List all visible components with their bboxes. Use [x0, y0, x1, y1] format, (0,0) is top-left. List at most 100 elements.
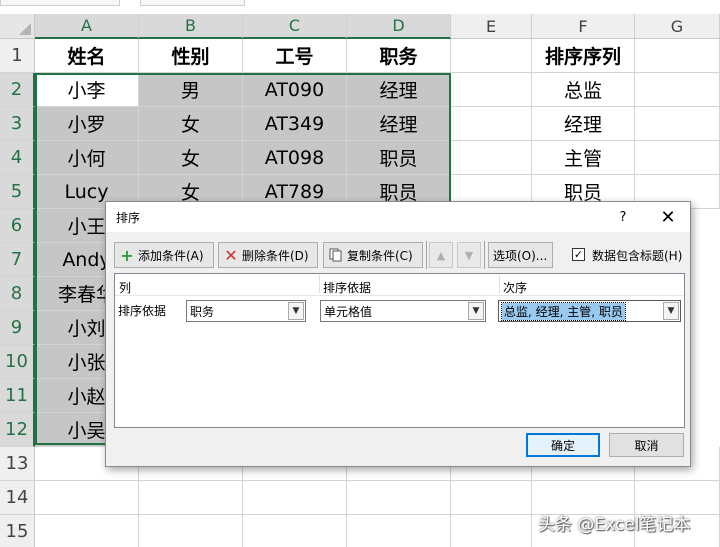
- column-header-label: 列: [119, 281, 132, 295]
- gender-cell[interactable]: 女: [139, 141, 243, 175]
- cell[interactable]: [635, 141, 720, 175]
- cell[interactable]: [451, 481, 532, 515]
- column-header-g[interactable]: G: [635, 14, 720, 39]
- row-header[interactable]: 11: [0, 379, 35, 413]
- header-cell-title[interactable]: 职务: [347, 39, 451, 73]
- header-cell-id[interactable]: 工号: [243, 39, 347, 73]
- sort-dialog: 排序 ? ✕ + 添加条件(A) ✕ 删除条件(D) 复制条件(C) ▲ ▼ 选…: [105, 201, 691, 467]
- grid-separator: [499, 275, 500, 293]
- cell[interactable]: [451, 107, 532, 141]
- cell[interactable]: [139, 515, 243, 547]
- sequence-cell[interactable]: 经理: [532, 107, 635, 141]
- dialog-titlebar[interactable]: 排序 ? ✕: [106, 202, 690, 232]
- delete-condition-button[interactable]: ✕ 删除条件(D): [218, 242, 318, 268]
- row-header[interactable]: 7: [0, 243, 35, 277]
- row-header[interactable]: 1: [0, 39, 35, 73]
- row-header[interactable]: 10: [0, 345, 35, 379]
- order-select[interactable]: 总监, 经理, 主管, 职员 ▼: [498, 300, 681, 322]
- column-header-b[interactable]: B: [139, 14, 243, 39]
- order-header-label: 次序: [503, 281, 528, 295]
- title-cell[interactable]: 经理: [347, 73, 451, 107]
- name-cell[interactable]: 小何: [35, 141, 139, 175]
- cell[interactable]: [243, 481, 347, 515]
- row-header[interactable]: 12: [0, 413, 35, 447]
- cell[interactable]: [451, 515, 532, 547]
- header-checkbox[interactable]: ✓: [572, 248, 585, 261]
- dialog-title: 排序: [116, 211, 141, 225]
- cell[interactable]: [347, 515, 451, 547]
- column-header-a[interactable]: A: [35, 14, 139, 39]
- row-header[interactable]: 2: [0, 73, 35, 107]
- column-header-e[interactable]: E: [451, 14, 532, 39]
- column-header-d[interactable]: D: [347, 14, 451, 39]
- row-header[interactable]: 14: [0, 481, 35, 515]
- sequence-cell[interactable]: 主管: [532, 141, 635, 175]
- cell[interactable]: [35, 515, 139, 547]
- title-cell[interactable]: 职员: [347, 141, 451, 175]
- move-down-button[interactable]: ▼: [457, 242, 481, 268]
- basis-header-label: 排序依据: [323, 281, 372, 295]
- cell[interactable]: [635, 73, 720, 107]
- sort-conditions-grid: 列 排序依据 次序 排序依据: [114, 273, 685, 428]
- copy-condition-label: 复制条件(C): [347, 248, 413, 263]
- gender-cell[interactable]: 女: [139, 107, 243, 141]
- help-button[interactable]: ?: [608, 205, 638, 229]
- toolbar-fragment: [0, 0, 120, 6]
- id-cell[interactable]: AT349: [243, 107, 347, 141]
- row-header[interactable]: 4: [0, 141, 35, 175]
- row-header[interactable]: 9: [0, 311, 35, 345]
- cell[interactable]: [243, 515, 347, 547]
- select-all-corner[interactable]: [0, 14, 35, 39]
- cell[interactable]: [35, 481, 139, 515]
- sequence-cell[interactable]: 总监: [532, 73, 635, 107]
- id-cell[interactable]: AT090: [243, 73, 347, 107]
- title-cell[interactable]: 经理: [347, 107, 451, 141]
- copy-condition-button[interactable]: 复制条件(C): [323, 242, 423, 268]
- basis-select[interactable]: 单元格值 ▼: [320, 300, 486, 322]
- ok-button[interactable]: 确定: [526, 433, 600, 457]
- cell[interactable]: [451, 141, 532, 175]
- gender-cell[interactable]: 男: [139, 73, 243, 107]
- row-header[interactable]: 15: [0, 515, 35, 547]
- cell[interactable]: [451, 39, 532, 73]
- header-cell-sort-sequence[interactable]: 排序序列: [532, 39, 635, 73]
- add-condition-label: 添加条件(A): [138, 248, 204, 263]
- delete-condition-label: 删除条件(D): [242, 248, 309, 263]
- chevron-down-icon[interactable]: ▼: [468, 302, 484, 320]
- row-header[interactable]: 13: [0, 447, 35, 481]
- options-button[interactable]: 选项(O)...: [488, 242, 553, 268]
- row-header[interactable]: 6: [0, 209, 35, 243]
- move-up-button[interactable]: ▲: [429, 242, 453, 268]
- id-cell[interactable]: AT098: [243, 141, 347, 175]
- row-header[interactable]: 5: [0, 175, 35, 209]
- name-cell[interactable]: 小罗: [35, 107, 139, 141]
- chevron-down-icon[interactable]: ▼: [663, 302, 679, 320]
- chevron-down-icon[interactable]: ▼: [288, 302, 304, 320]
- toolbar-separator: [484, 241, 485, 269]
- column-select[interactable]: 职务 ▼: [186, 300, 306, 322]
- cell[interactable]: [347, 481, 451, 515]
- row-header[interactable]: 3: [0, 107, 35, 141]
- column-header-f[interactable]: F: [532, 14, 635, 39]
- order-select-value: 总监, 经理, 主管, 职员: [501, 301, 626, 321]
- plus-icon: +: [120, 245, 134, 265]
- toolbar-fragment: [140, 0, 245, 6]
- cell[interactable]: [635, 39, 720, 73]
- row-header[interactable]: 8: [0, 277, 35, 311]
- name-cell[interactable]: 小李: [35, 73, 139, 107]
- watermark: 头条 @Excel笔记本: [538, 515, 691, 535]
- cell[interactable]: [451, 73, 532, 107]
- header-cell-gender[interactable]: 性别: [139, 39, 243, 73]
- header-checkbox-label: 数据包含标题(H): [592, 249, 683, 263]
- sort-by-label: 排序依据: [118, 304, 167, 318]
- options-label: 选项(O)...: [493, 248, 548, 263]
- cell[interactable]: [635, 107, 720, 141]
- close-button[interactable]: ✕: [650, 205, 686, 229]
- column-header-c[interactable]: C: [243, 14, 347, 39]
- toolbar-separator: [426, 241, 427, 269]
- header-cell-name[interactable]: 姓名: [35, 39, 139, 73]
- cancel-button[interactable]: 取消: [609, 433, 684, 457]
- cell[interactable]: [139, 481, 243, 515]
- copy-icon: [328, 247, 344, 263]
- add-condition-button[interactable]: + 添加条件(A): [114, 242, 214, 268]
